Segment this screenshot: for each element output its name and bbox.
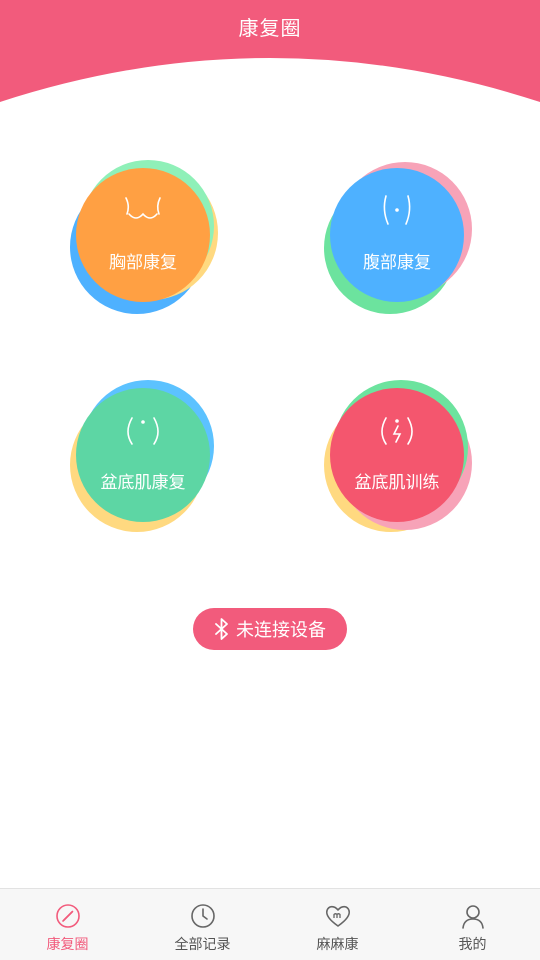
- tile-label: 盆底肌训练: [354, 473, 440, 493]
- tile-pelvic-training[interactable]: 盆底肌训练: [322, 380, 472, 532]
- bottom-tab-bar: 康复圈 全部记录 麻麻康 我的: [0, 888, 540, 960]
- tab-mamakang[interactable]: 麻麻康: [270, 889, 405, 960]
- tile-circle: [76, 388, 210, 522]
- tile-circle: [76, 168, 210, 302]
- tile-label: 盆底肌康复: [100, 473, 186, 493]
- heart-icon: [324, 903, 352, 929]
- tile-circle: [330, 168, 464, 302]
- tile-abdomen-rehab[interactable]: 腹部康复: [322, 160, 472, 314]
- tab-label: 康复圈: [46, 937, 89, 953]
- chest-icon: [68, 190, 218, 230]
- tile-circle: [330, 388, 464, 522]
- tab-mine[interactable]: 我的: [405, 889, 540, 960]
- app-header: 康复圈: [0, 0, 540, 104]
- tile-label: 胸部康复: [109, 253, 177, 273]
- person-icon: [460, 903, 486, 929]
- tab-rehab-circle[interactable]: 康复圈: [0, 889, 135, 960]
- tab-label: 我的: [458, 937, 487, 953]
- page-title: 康复圈: [238, 16, 302, 40]
- connect-device-button[interactable]: 未连接设备: [193, 608, 347, 650]
- connect-device-label: 未连接设备: [236, 620, 326, 641]
- pelvic-training-icon: [322, 410, 472, 450]
- compass-icon: [55, 903, 81, 929]
- tile-chest-rehab[interactable]: 胸部康复: [68, 160, 218, 314]
- abdomen-icon: [322, 190, 472, 230]
- tab-label: 麻麻康: [316, 937, 359, 953]
- tile-pelvic-rehab[interactable]: 盆底肌康复: [68, 380, 218, 532]
- tab-all-records[interactable]: 全部记录: [135, 889, 270, 960]
- tab-label: 全部记录: [174, 937, 231, 953]
- tile-label: 腹部康复: [363, 253, 431, 273]
- clock-icon: [190, 903, 216, 929]
- pelvic-icon: [68, 410, 218, 450]
- bluetooth-icon: [214, 617, 230, 641]
